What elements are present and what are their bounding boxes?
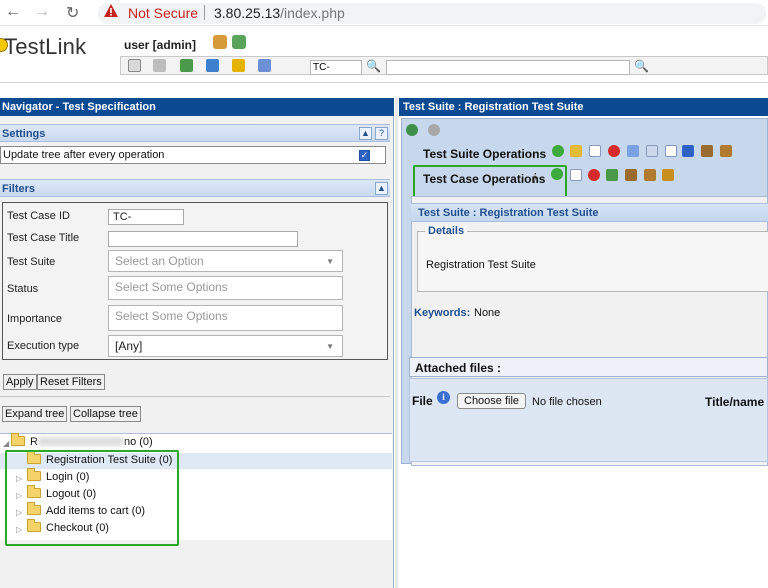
navigator-title: Navigator - Test Specification [0, 98, 394, 116]
keywords-value: None [474, 307, 501, 319]
chevron-down-icon: ▼ [326, 257, 334, 266]
importance-multiselect[interactable]: Select Some Options [108, 305, 343, 331]
test-suite-select[interactable]: Select an Option ▼ [108, 250, 343, 272]
header-divider [0, 82, 768, 83]
reorder-icon[interactable] [646, 145, 658, 157]
update-tree-label: Update tree after every operation [3, 149, 165, 161]
url-path: /index.php [280, 5, 345, 21]
update-tree-row: Update tree after every operation [0, 146, 386, 164]
folder-open-icon [11, 433, 25, 446]
highlight-box-tree [5, 450, 179, 546]
update-tree-checkbox[interactable]: ✓ [359, 150, 370, 161]
not-secure-label[interactable]: Not Secure [128, 5, 198, 21]
move-test-case-icon[interactable] [606, 169, 618, 181]
move-icon[interactable] [627, 145, 639, 157]
print-icon[interactable] [665, 145, 677, 157]
url-host: 3.80.25.13 [214, 5, 281, 21]
gear-icon[interactable] [428, 124, 440, 136]
redacted-text [37, 437, 124, 446]
wand-icon[interactable] [662, 169, 674, 181]
importance-label: Importance [7, 313, 63, 325]
details-legend: Details [425, 225, 468, 237]
import-icon[interactable] [701, 145, 713, 157]
url-text[interactable]: 3.80.25.13/index.php [214, 5, 345, 21]
test-case-title-input[interactable] [108, 231, 298, 247]
keywords-label: Keywords: [414, 307, 471, 319]
copy-icon[interactable] [589, 145, 601, 157]
test-specification-icon[interactable] [180, 59, 193, 72]
file-label: File [412, 394, 433, 408]
apply-button[interactable]: Apply [3, 374, 37, 390]
execution-type-select[interactable]: [Any] ▼ [108, 335, 343, 357]
requirements-icon[interactable] [153, 59, 166, 72]
status-label: Status [7, 283, 39, 295]
no-file-chosen-label: No file chosen [532, 396, 602, 408]
my-settings-icon[interactable] [213, 35, 227, 49]
execution-type-value: [Any] [115, 339, 143, 353]
edit-icon[interactable] [570, 145, 582, 157]
user-management-icon[interactable] [206, 59, 219, 72]
status-multiselect[interactable]: Select Some Options [108, 276, 343, 300]
logout-icon[interactable] [232, 35, 246, 49]
address-separator [204, 5, 205, 20]
settings-title: Settings [2, 128, 46, 140]
tree-root-prefix: R [30, 436, 38, 448]
copy-test-case-icon[interactable] [570, 169, 582, 181]
back-arrow-icon[interactable]: ← [5, 3, 21, 21]
settings-header[interactable]: Settings [0, 124, 390, 142]
status-placeholder: Select Some Options [115, 280, 228, 294]
create-suite-icon[interactable] [552, 145, 564, 157]
desktop-icon[interactable] [128, 59, 141, 72]
filters-title: Filters [2, 183, 36, 195]
filters-header[interactable]: Filters [0, 179, 390, 197]
importance-placeholder: Select Some Options [115, 309, 228, 323]
delete-test-case-icon[interactable] [588, 169, 600, 181]
tree-root-suffix: no (0) [123, 436, 153, 448]
import-test-case-icon[interactable] [625, 169, 637, 181]
delete-icon[interactable] [608, 145, 620, 157]
filter-divider [0, 396, 390, 397]
testlink-logo[interactable]: TestLink [4, 34, 86, 60]
title-name-label: Title/name [705, 395, 765, 409]
details-text: Registration Test Suite [426, 259, 536, 271]
test-case-id-input[interactable] [108, 209, 184, 225]
search-icon[interactable]: 🔍 [366, 59, 381, 73]
search-project-icon[interactable]: 🔍 [634, 59, 649, 73]
reset-filters-button[interactable]: Reset Filters [37, 374, 105, 390]
test-suite-header: Test Suite : Registration Test Suite [411, 203, 768, 222]
export-icon[interactable] [720, 145, 732, 157]
choose-file-button[interactable]: Choose file [457, 393, 527, 409]
help-icon[interactable]: ? [375, 127, 388, 140]
collapse-settings-icon[interactable]: ▲ [359, 127, 372, 140]
warning-icon [104, 4, 118, 17]
test-case-id-label: Test Case ID [7, 210, 70, 222]
expand-tree-button[interactable]: Expand tree [2, 406, 68, 422]
attached-files-header: Attached files : [409, 357, 768, 377]
execute-icon[interactable] [232, 59, 245, 72]
expanded-triangle-icon[interactable]: ◢ [3, 439, 9, 448]
events-icon[interactable] [258, 59, 271, 72]
highlight-box-operations [413, 165, 567, 198]
info-icon[interactable]: i [437, 391, 450, 404]
test-suite-label: Test Suite [7, 256, 56, 268]
collapse-tree-button[interactable]: Collapse tree [70, 406, 141, 422]
file-upload-row [409, 378, 768, 462]
word-icon[interactable] [682, 145, 694, 157]
forward-arrow-icon[interactable]: → [34, 3, 50, 21]
project-search-input[interactable] [386, 60, 630, 75]
tc-search-input[interactable] [310, 60, 362, 75]
address-bar[interactable] [98, 3, 766, 24]
globe-icon[interactable] [406, 124, 418, 136]
chevron-down-icon: ▼ [326, 342, 334, 351]
execution-type-label: Execution type [7, 340, 80, 352]
collapse-filters-icon[interactable]: ▲ [375, 182, 388, 195]
export-test-case-icon[interactable] [644, 169, 656, 181]
test-suite-operations-label: Test Suite Operations [423, 147, 547, 161]
reload-icon[interactable]: ↻ [66, 3, 79, 23]
workframe-title: Test Suite : Registration Test Suite [399, 98, 768, 116]
test-case-title-label: Test Case Title [7, 232, 80, 244]
test-suite-placeholder: Select an Option [115, 254, 204, 268]
user-label: user [admin] [124, 38, 197, 52]
panel-splitter[interactable] [395, 98, 398, 588]
